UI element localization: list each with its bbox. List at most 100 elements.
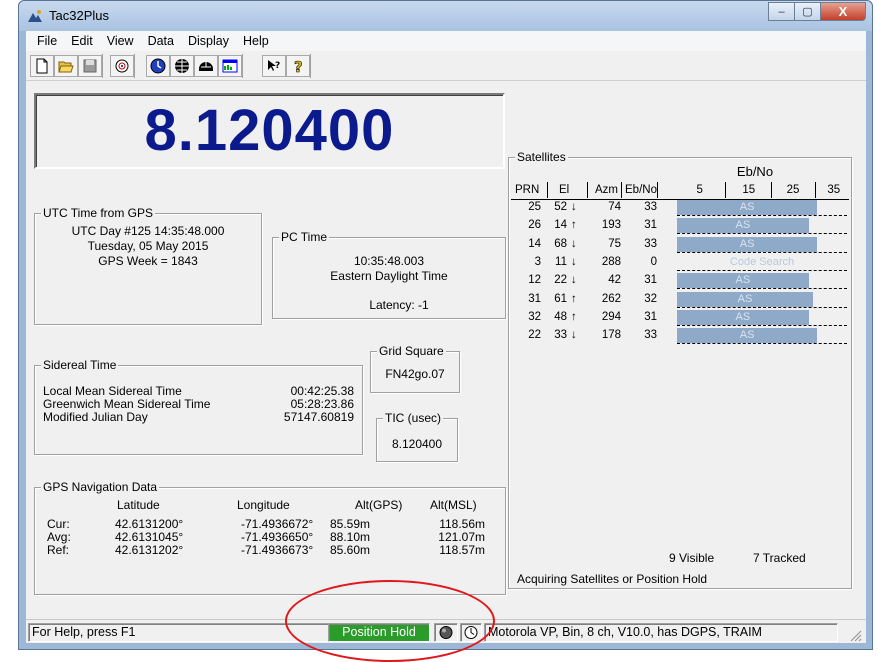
sat-ebno: 33 (644, 201, 657, 213)
frequency-display: 8.120400 (34, 93, 505, 169)
menu-view[interactable]: View (100, 34, 141, 48)
sat-elevation: 22 (554, 274, 567, 287)
pc-time-label: PC Time (279, 230, 330, 244)
sat-elevation: 48 (554, 310, 567, 323)
sat-prn: 14 (528, 237, 541, 250)
prn-header: PRN (515, 184, 540, 196)
tic-group: TIC (usec) 8.120400 (376, 411, 458, 462)
row-divider (677, 306, 847, 308)
svg-text:?: ? (275, 61, 280, 71)
scale-separator (770, 182, 772, 198)
sat-prn: 32 (528, 310, 541, 323)
ref-lat: 42.6131202° (115, 543, 184, 557)
satellites-group: Satellites Eb/No PRN El Azm Eb/No 5 15 25 35 25 5… (508, 150, 853, 589)
receiver-info: Motorola VP, Bin, 8 ch, V10.0, has DGPS,… (484, 623, 838, 642)
satellite-dome-icon (199, 62, 213, 71)
save-button[interactable] (78, 55, 102, 77)
sat-elevation: 52 (554, 201, 567, 213)
utc-time-group: UTC Time from GPS UTC Day #125 14:35:48.… (34, 206, 262, 325)
sat-azimuth: 42 (608, 274, 621, 287)
frequency-value: 8.120400 (144, 98, 395, 163)
chart-window-icon (222, 59, 238, 73)
sat-direction: ↓ (571, 329, 577, 342)
visible-count: 9 Visible (669, 551, 715, 565)
alt-msl-header: Alt(MSL) (430, 498, 477, 512)
tracked-count: 7 Tracked (753, 551, 806, 565)
sat-prn: 22 (528, 329, 541, 342)
ref-lon: -71.4936673° (241, 543, 314, 557)
help-button[interactable]: ? (286, 55, 310, 77)
sat-azimuth: 294 (601, 310, 621, 323)
app-icon (28, 10, 42, 22)
resize-grip-icon[interactable] (848, 628, 862, 642)
signal-bar: Code Search (729, 255, 795, 268)
sidereal-time-label: Sidereal Time (41, 358, 119, 372)
sat-ebno: 31 (644, 274, 657, 287)
signal-bar: AS (677, 328, 818, 344)
window-title: Tac32Plus (49, 8, 109, 23)
sat-elevation: 33 (554, 329, 567, 342)
signal-bar: AS (677, 273, 809, 289)
title-bar[interactable]: Tac32Plus – ▢ X (19, 1, 872, 31)
row-divider (677, 324, 847, 326)
globe-icon (175, 59, 189, 73)
toolbar-group-help: ? ? (262, 54, 311, 78)
globe-button[interactable] (170, 55, 194, 77)
sat-ebno: 31 (644, 310, 657, 323)
header-separator (587, 182, 588, 198)
client-area: File Edit View Data Display Help ? ? 8.1… (26, 31, 866, 643)
sat-ebno: 32 (644, 292, 657, 305)
svg-text:?: ? (294, 58, 303, 74)
menu-file[interactable]: File (30, 34, 64, 48)
pc-time-group: PC Time 10:35:48.003 Eastern Daylight Ti… (272, 230, 506, 319)
satellite-button[interactable] (194, 55, 218, 77)
gps-nav-group: GPS Navigation Data Latitude Longitude A… (34, 480, 506, 595)
satellite-table: PRN El Azm Eb/No 5 15 25 35 25 52 ↓ 74 33 AS 26 14 ↑ 193 3… (509, 158, 853, 408)
menu-data[interactable]: Data (141, 34, 181, 48)
menu-display[interactable]: Display (181, 34, 236, 48)
azm-header: Azm (595, 184, 618, 196)
row-divider (677, 233, 847, 235)
ebno-col-header: Eb/No (625, 184, 657, 196)
chart-button[interactable] (218, 55, 242, 77)
el-header: El (559, 184, 570, 196)
pc-time-zone: Eastern Daylight Time (330, 269, 448, 283)
ebno-scale-label: 35 (827, 184, 841, 196)
minimize-icon: – (778, 5, 785, 18)
new-file-icon (36, 58, 48, 74)
close-button[interactable]: X (820, 2, 866, 21)
menu-edit[interactable]: Edit (64, 34, 100, 48)
sat-direction: ↑ (571, 310, 577, 323)
ebno-scale-label: 5 (696, 184, 703, 196)
sat-azimuth: 74 (608, 201, 621, 213)
row-divider (677, 251, 847, 253)
maximize-button[interactable]: ▢ (794, 2, 821, 21)
longitude-header: Longitude (237, 498, 290, 512)
open-folder-icon (58, 61, 74, 73)
pc-time-value: 10:35:48.003 (353, 254, 425, 268)
ebno-scale-label: 25 (786, 184, 800, 196)
alt-gps-header: Alt(GPS) (355, 498, 403, 512)
sat-elevation: 14 (554, 219, 567, 232)
minimize-button[interactable]: – (768, 2, 795, 21)
row-divider (677, 269, 847, 271)
sat-elevation: 11 (555, 255, 567, 268)
signal-bar: AS (677, 236, 818, 252)
latency-value: Latency: -1 (369, 298, 429, 312)
sat-azimuth: 75 (608, 237, 621, 250)
ref-alt-msl: 118.57m (439, 543, 485, 557)
clock-button[interactable] (146, 55, 170, 77)
new-button[interactable] (30, 55, 54, 77)
menu-help[interactable]: Help (236, 34, 276, 48)
open-button[interactable] (54, 55, 78, 77)
grid-square-value: FN42go.07 (385, 367, 445, 381)
context-help-button[interactable]: ? (262, 55, 286, 77)
sat-prn: 12 (528, 274, 541, 287)
mjd-label: Modified Julian Day (43, 410, 148, 424)
row-divider (677, 215, 847, 216)
target-button[interactable] (110, 55, 134, 77)
sat-direction: ↓ (571, 237, 577, 250)
latitude-header: Latitude (117, 498, 160, 512)
sat-direction: ↑ (571, 292, 577, 305)
ebno-scale-label: 15 (742, 184, 756, 196)
